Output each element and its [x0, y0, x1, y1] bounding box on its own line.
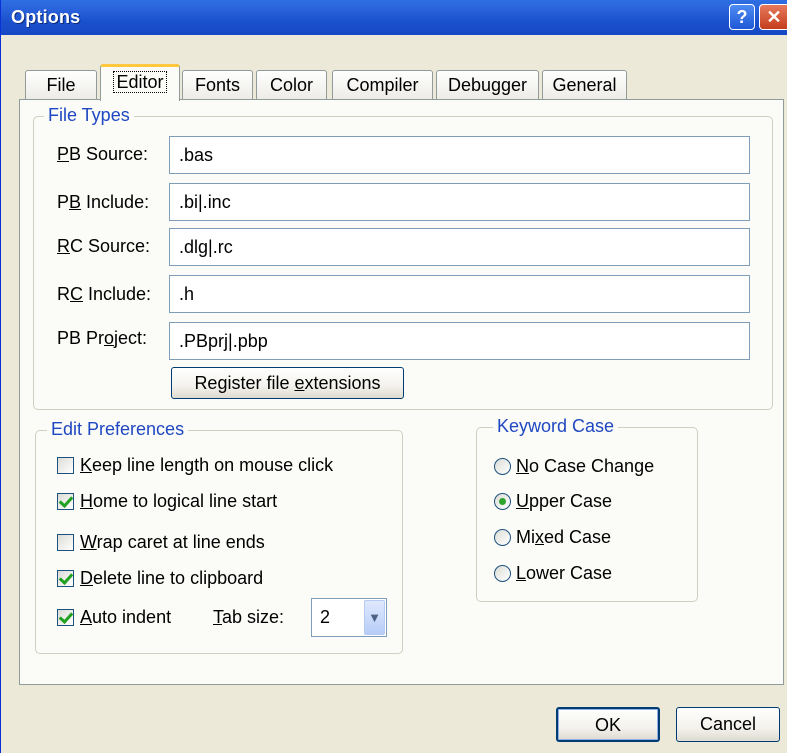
- home-logical-line-label[interactable]: Home to logical line start: [80, 491, 277, 512]
- chevron-down-icon: ▼: [368, 610, 381, 625]
- pb-include-field[interactable]: .bi|.inc: [169, 183, 750, 221]
- register-file-extensions-button[interactable]: Register file extensions: [171, 367, 404, 399]
- tab-compiler[interactable]: Compiler: [332, 70, 433, 100]
- options-dialog: Options ? ✕ File Editor Fonts Color Comp…: [0, 0, 787, 753]
- mixed-case-radio[interactable]: [494, 529, 511, 546]
- tab-general-label: General: [552, 75, 617, 95]
- auto-indent-label[interactable]: Auto indent: [80, 607, 171, 628]
- rc-source-field[interactable]: .dlg|.rc: [169, 228, 750, 266]
- help-icon: ?: [736, 6, 748, 27]
- no-case-change-radio[interactable]: [494, 458, 511, 475]
- ok-button[interactable]: OK: [556, 707, 660, 742]
- close-icon: ✕: [766, 6, 782, 27]
- delete-line-clipboard-checkbox[interactable]: [57, 570, 74, 587]
- pb-source-label: PB Source:: [57, 144, 149, 164]
- cancel-button[interactable]: Cancel: [676, 707, 780, 742]
- close-button[interactable]: ✕: [759, 4, 787, 30]
- tab-color[interactable]: Color: [256, 70, 327, 100]
- rc-include-label: RC Include:: [57, 284, 152, 304]
- keep-line-length-label[interactable]: Keep line length on mouse click: [80, 455, 333, 476]
- keyword-case-title: Keyword Case: [493, 416, 619, 437]
- lower-case-radio[interactable]: [494, 565, 511, 582]
- tab-size-dropdown-button[interactable]: ▼: [364, 600, 385, 635]
- window-title: Options: [11, 7, 81, 27]
- upper-case-label[interactable]: Upper Case: [516, 491, 612, 512]
- tab-fonts[interactable]: Fonts: [182, 70, 253, 100]
- home-logical-line-checkbox[interactable]: [57, 493, 74, 510]
- help-button[interactable]: ?: [729, 4, 755, 30]
- pb-source-field[interactable]: .bas: [169, 136, 750, 174]
- tab-editor-label: Editor: [113, 71, 167, 93]
- tab-file-label: File: [46, 75, 76, 95]
- tab-color-label: Color: [269, 75, 313, 95]
- tab-editor[interactable]: Editor: [100, 64, 180, 101]
- lower-case-label[interactable]: Lower Case: [516, 563, 612, 584]
- tab-general[interactable]: General: [542, 70, 627, 100]
- auto-indent-checkbox[interactable]: [57, 609, 74, 626]
- file-types-title: File Types: [44, 105, 134, 126]
- keep-line-length-checkbox[interactable]: [57, 457, 74, 474]
- delete-line-clipboard-label[interactable]: Delete line to clipboard: [80, 568, 263, 589]
- upper-case-radio[interactable]: [494, 493, 511, 510]
- tab-debugger-label: Debugger: [447, 75, 528, 95]
- tab-compiler-label: Compiler: [346, 75, 419, 95]
- wrap-caret-checkbox[interactable]: [57, 534, 74, 551]
- pb-project-field[interactable]: .PBprj|.pbp: [169, 322, 750, 360]
- tab-fonts-label: Fonts: [194, 75, 241, 95]
- tab-file[interactable]: File: [25, 70, 97, 100]
- title-bar[interactable]: Options ? ✕: [1, 0, 787, 35]
- no-case-change-label[interactable]: No Case Change: [516, 456, 654, 477]
- edit-preferences-title: Edit Preferences: [47, 419, 189, 440]
- rc-include-field[interactable]: .h: [169, 275, 750, 313]
- pb-include-label: PB Include:: [57, 192, 150, 212]
- tab-size-label: Tab size:: [213, 607, 285, 627]
- wrap-caret-label[interactable]: Wrap caret at line ends: [80, 532, 265, 553]
- rc-source-label: RC Source:: [57, 236, 151, 256]
- mixed-case-label[interactable]: Mixed Case: [516, 527, 611, 548]
- pb-project-label: PB Project:: [57, 328, 148, 348]
- tab-size-value: 2: [320, 607, 331, 627]
- tab-size-select[interactable]: 2 ▼: [311, 598, 387, 637]
- tab-debugger[interactable]: Debugger: [436, 70, 539, 100]
